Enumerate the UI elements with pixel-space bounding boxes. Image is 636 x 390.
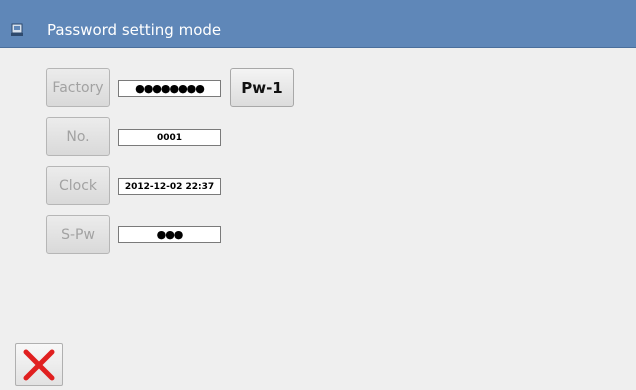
pw-1-label: Pw-1 bbox=[241, 78, 283, 97]
factory-password-value: ●●●●●●●● bbox=[135, 82, 205, 95]
clock-button[interactable]: Clock bbox=[46, 166, 110, 205]
s-pw-button[interactable]: S-Pw bbox=[46, 215, 110, 254]
number-value: 0001 bbox=[156, 132, 183, 143]
number-field[interactable]: 0001 bbox=[118, 129, 221, 146]
close-icon bbox=[23, 349, 55, 380]
device-icon bbox=[11, 23, 23, 36]
close-button[interactable] bbox=[15, 343, 63, 386]
s-pw-value: ●●● bbox=[156, 228, 184, 241]
number-button[interactable]: No. bbox=[46, 117, 110, 156]
factory-password-field[interactable]: ●●●●●●●● bbox=[118, 80, 221, 97]
s-pw-field[interactable]: ●●● bbox=[118, 226, 221, 243]
number-label: No. bbox=[66, 128, 90, 145]
clock-field[interactable]: 2012-12-02 22:37 bbox=[118, 178, 221, 195]
clock-value: 2012-12-02 22:37 bbox=[124, 181, 215, 192]
title-bar: Password setting mode bbox=[0, 0, 636, 48]
pw-1-button[interactable]: Pw-1 bbox=[230, 68, 294, 107]
s-pw-label: S-Pw bbox=[61, 226, 95, 243]
clock-label: Clock bbox=[58, 177, 98, 194]
window-title: Password setting mode bbox=[47, 21, 222, 39]
factory-label: Factory bbox=[52, 79, 104, 96]
factory-button[interactable]: Factory bbox=[46, 68, 110, 107]
